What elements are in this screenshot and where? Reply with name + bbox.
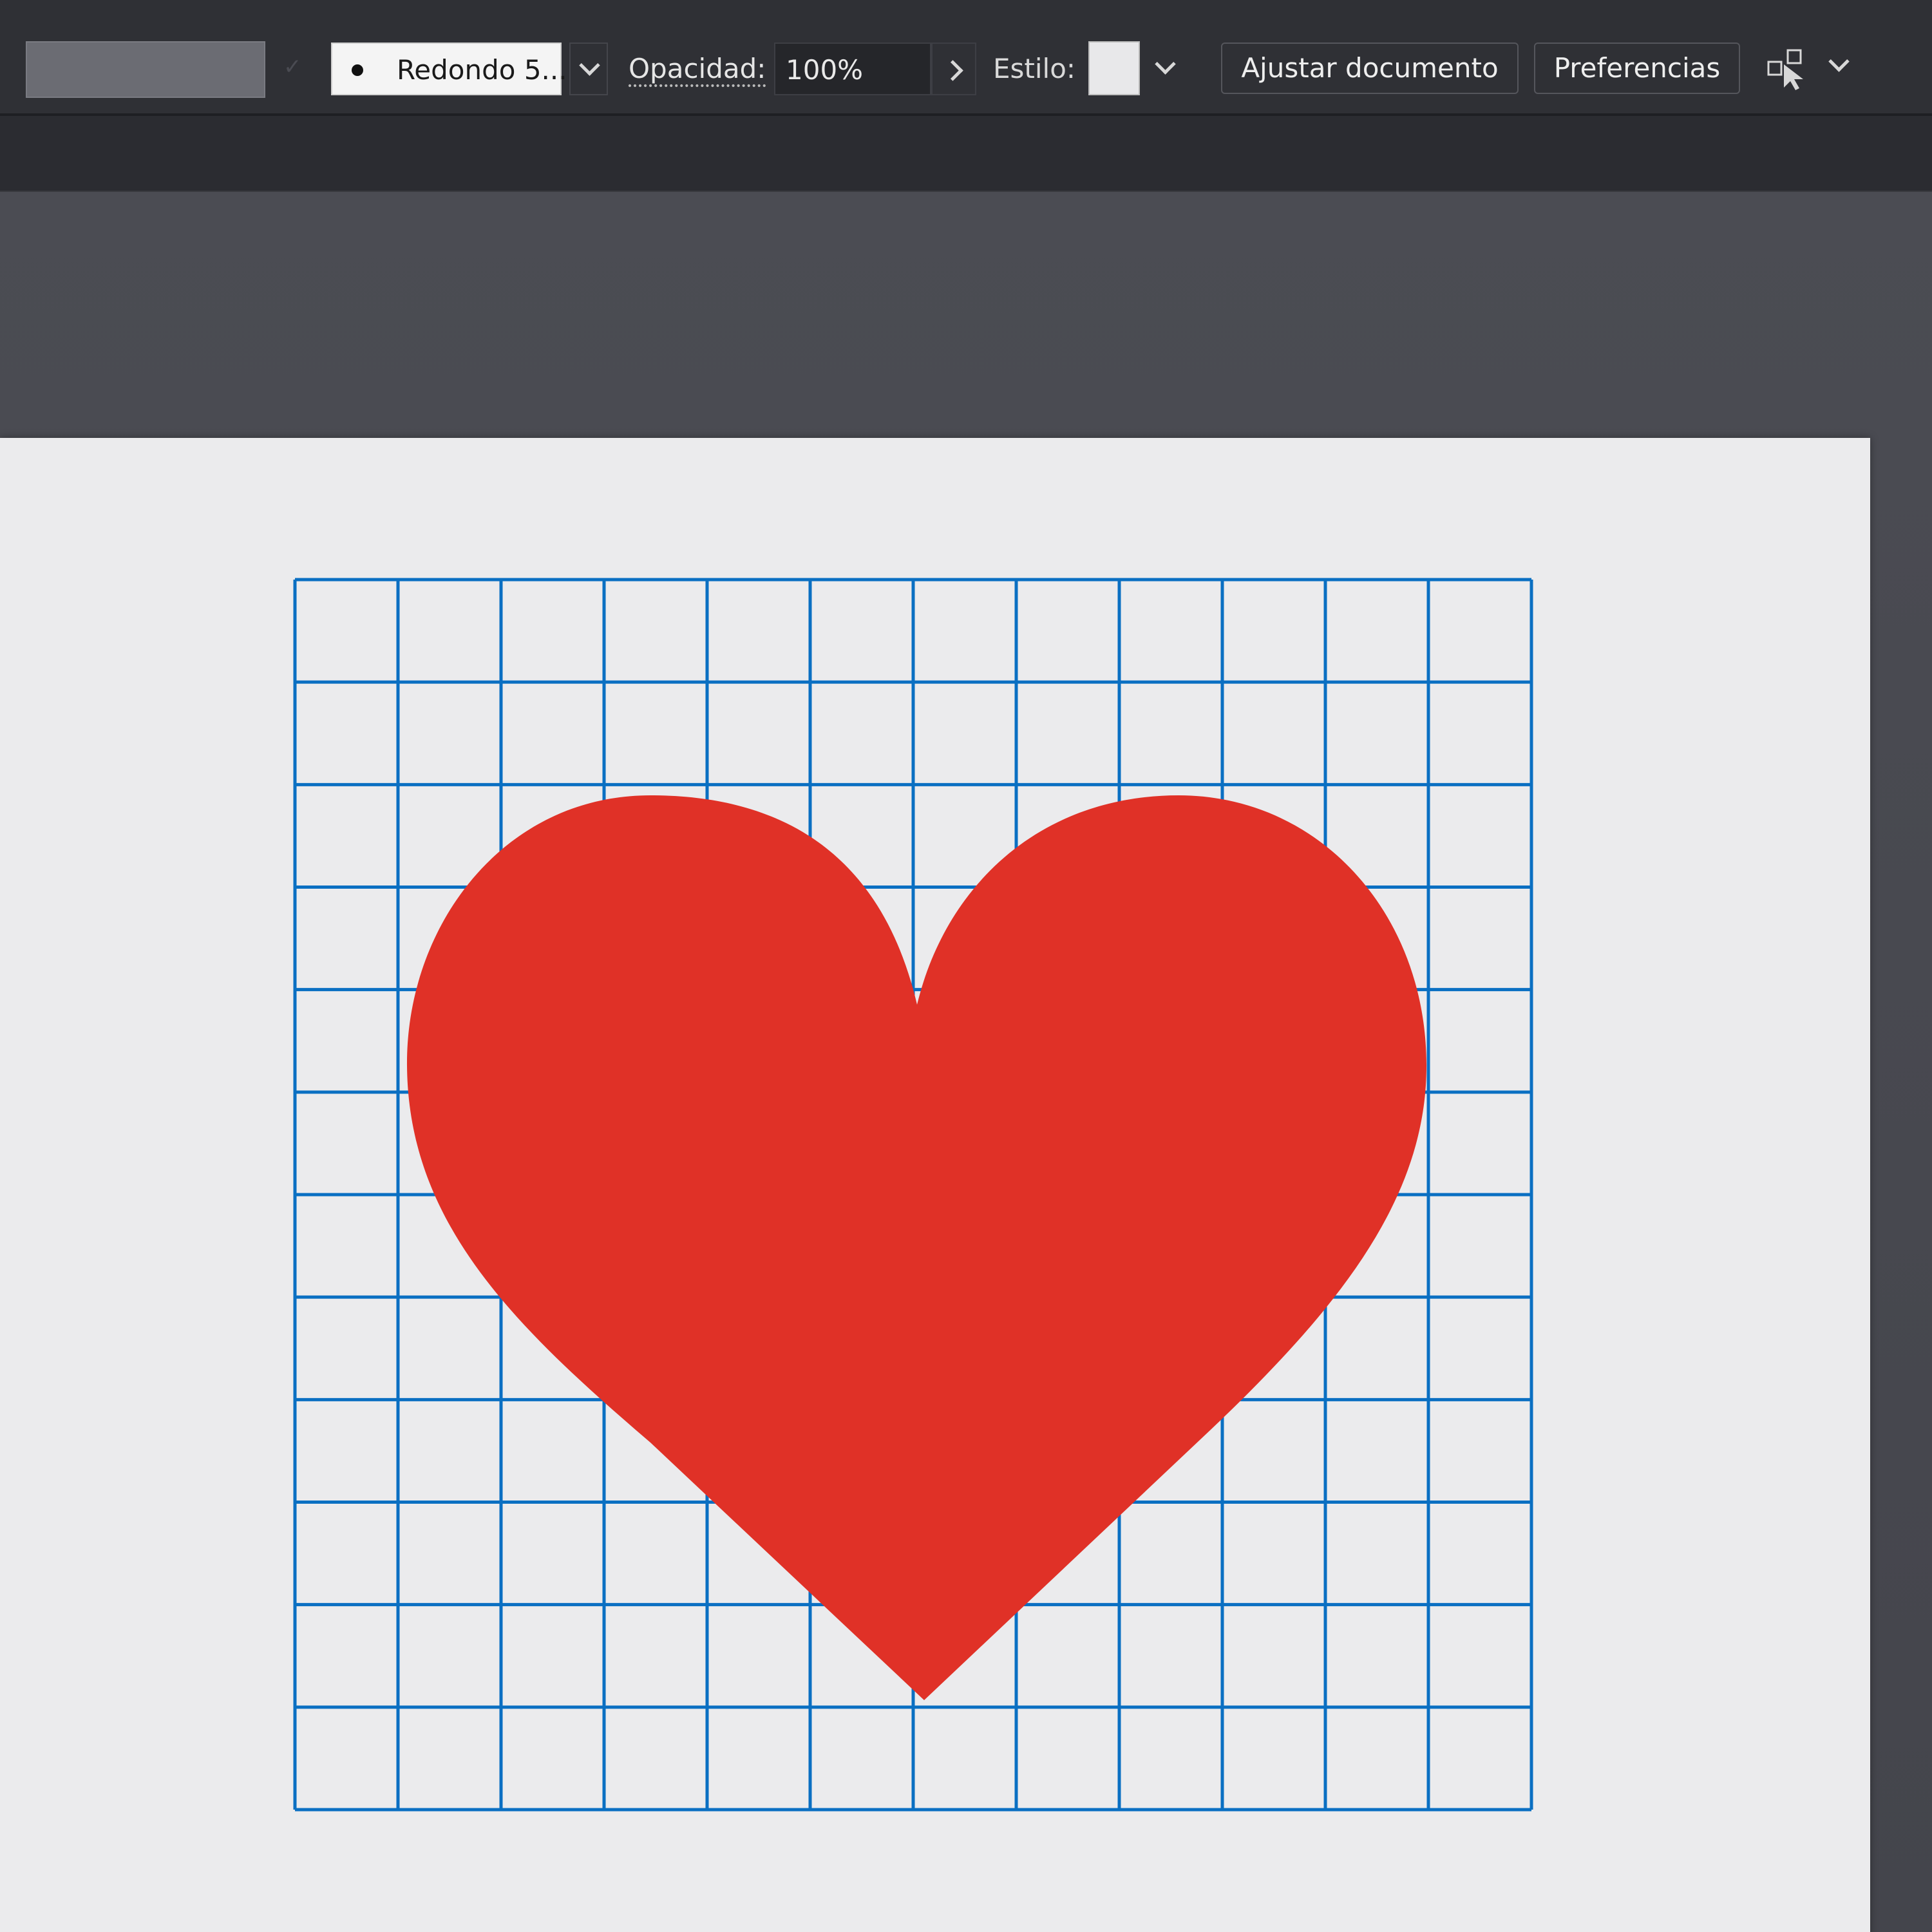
graphic-style-swatch[interactable] [1088,41,1140,95]
brush-dot-icon [352,64,363,76]
chevron-right-icon[interactable] [931,43,976,95]
style-label: Estilo: [993,53,1076,84]
stroke-color-swatch[interactable] [26,41,265,98]
opacity-input[interactable]: 100% [774,43,931,95]
artwork [293,578,1533,1812]
control-bar: ✓ Redondo 5... Opacidad: 100% Estilo: Aj… [0,0,1932,116]
chevron-down-icon[interactable] [1146,43,1185,95]
document-tab-strip [0,116,1932,192]
heart-shape[interactable] [406,795,1426,1700]
illustrator-window: ✓ Redondo 5... Opacidad: 100% Estilo: Aj… [0,0,1932,1932]
opacity-label[interactable]: Opacidad: [629,43,766,95]
chevron-down-icon[interactable] [569,43,608,95]
preferences-button[interactable]: Preferencias [1534,43,1740,94]
brush-definition-select[interactable]: Redondo 5... [331,43,567,95]
canvas-pasteboard[interactable] [0,192,1932,1932]
check-icon[interactable]: ✓ [283,54,309,80]
arrange-documents-icon[interactable] [1765,45,1816,94]
opacity-value: 100% [786,54,864,86]
document-setup-button[interactable]: Ajustar documento [1221,43,1519,94]
brush-definition-label: Redondo 5... [397,54,567,86]
chevron-down-icon[interactable] [1823,45,1855,94]
artboard[interactable] [0,438,1870,1932]
